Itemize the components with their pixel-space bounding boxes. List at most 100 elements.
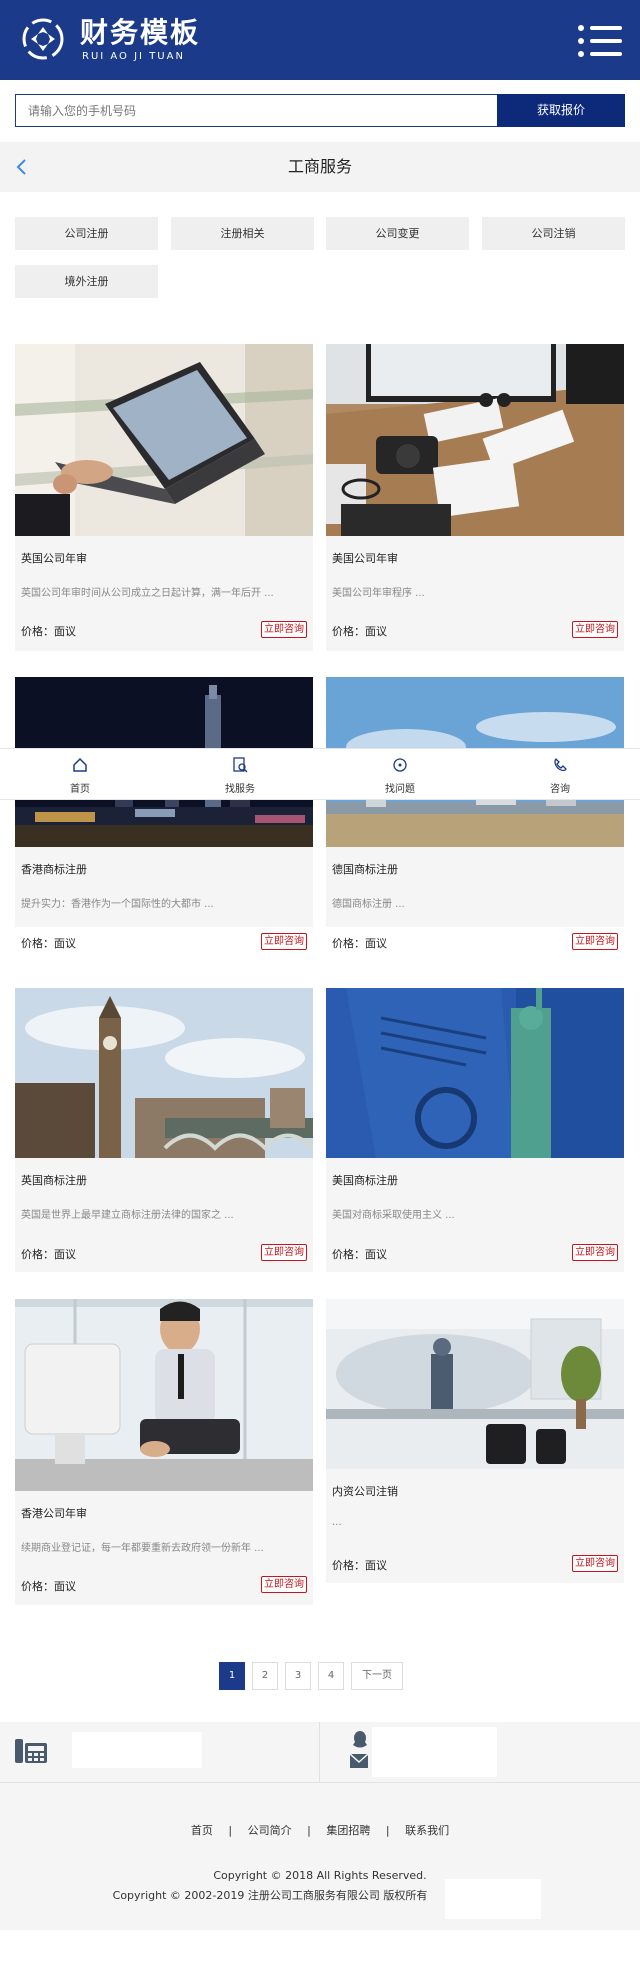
logo-subtitle: RUI AO JI TUAN xyxy=(82,51,185,62)
contact-divider xyxy=(319,1722,320,1782)
get-quote-button[interactable]: 获取报价 xyxy=(497,94,625,127)
page-button-2[interactable]: 2 xyxy=(252,1662,278,1690)
qq-icon xyxy=(353,1731,367,1748)
nav-item-consult[interactable]: 咨询 xyxy=(520,749,600,801)
menu-button[interactable] xyxy=(578,24,622,58)
product-title: 美国公司年审 xyxy=(332,552,398,565)
mail-icon xyxy=(350,1754,368,1768)
product-title: 英国公司年审 xyxy=(21,552,87,565)
nav-label: 找服务 xyxy=(225,784,255,795)
product-desc: 德国商标注册 ... xyxy=(332,899,405,910)
consult-button[interactable]: 立即咨询 xyxy=(261,1244,307,1261)
product-image xyxy=(15,988,313,1158)
product-image xyxy=(326,988,624,1158)
product-card[interactable]: 香港公司年审 续期商业登记证，每一年都要重新去政府领一份新年 ... 价格：面议… xyxy=(15,1299,313,1605)
page-button-3[interactable]: 3 xyxy=(285,1662,311,1690)
footer-link-home[interactable]: 首页 xyxy=(191,1822,213,1838)
product-price: 价格：面议 xyxy=(21,1248,76,1261)
nav-item-find-service[interactable]: 找服务 xyxy=(200,749,280,801)
menu-line xyxy=(590,39,622,43)
footer-link-careers[interactable]: 集团招聘 xyxy=(326,1822,370,1838)
consult-button[interactable]: 立即咨询 xyxy=(572,933,618,950)
consult-button[interactable]: 立即咨询 xyxy=(261,933,307,950)
product-desc: 美国对商标采取使用主义 ... xyxy=(332,1210,455,1221)
product-desc: 英国是世界上最早建立商标注册法律的国家之 ... xyxy=(21,1210,234,1221)
category-tab[interactable]: 公司注册 xyxy=(15,217,158,250)
product-card[interactable]: 美国商标注册 美国对商标采取使用主义 ... 价格：面议 立即咨询 xyxy=(326,988,624,1272)
product-desc: 续期商业登记证，每一年都要重新去政府领一份新年 ... xyxy=(21,1543,264,1554)
consult-button[interactable]: 立即咨询 xyxy=(572,621,618,638)
product-title: 英国商标注册 xyxy=(21,1174,87,1187)
product-title: 香港公司年审 xyxy=(21,1507,87,1520)
footer-separator: | xyxy=(385,1824,390,1837)
nav-label: 咨询 xyxy=(550,784,570,795)
product-card[interactable]: 美国公司年审 美国公司年审程序 ... 价格：面议 立即咨询 xyxy=(326,344,624,651)
product-image xyxy=(15,1299,313,1491)
footer-link-about[interactable]: 公司简介 xyxy=(248,1822,292,1838)
product-price: 价格：面议 xyxy=(21,625,76,638)
product-title: 美国商标注册 xyxy=(332,1174,398,1187)
product-price: 价格：面议 xyxy=(332,1559,387,1572)
footer-separator: | xyxy=(228,1824,233,1837)
product-desc: 美国公司年审程序 ... xyxy=(332,588,425,599)
product-title: 香港商标注册 xyxy=(21,863,87,876)
search-document-icon xyxy=(233,757,248,773)
page-button-1[interactable]: 1 xyxy=(219,1662,245,1690)
product-title: 德国商标注册 xyxy=(332,863,398,876)
footer-link-contact[interactable]: 联系我们 xyxy=(405,1822,449,1838)
product-price: 价格：面议 xyxy=(21,937,76,950)
copyright-line-1: Copyright © 2018 All Rights Reserved. xyxy=(213,1869,427,1882)
title-bar: 工商服务 xyxy=(0,142,640,192)
back-arrow-icon[interactable] xyxy=(14,157,30,177)
phone-number-box xyxy=(72,1732,202,1768)
nav-item-find-question[interactable]: 找问题 xyxy=(360,749,440,801)
product-image xyxy=(326,1299,624,1469)
menu-dot xyxy=(578,51,584,57)
product-card[interactable]: 英国公司年审 英国公司年审时间从公司成立之日起计算，满一年后开 ... 价格：面… xyxy=(15,344,313,651)
category-tab[interactable]: 公司注销 xyxy=(482,217,625,250)
page-button-4[interactable]: 4 xyxy=(318,1662,344,1690)
product-card[interactable]: 香港商标注册 提升实力：香港作为一个国际性的大都市 ... 价格：面议 立即咨询 xyxy=(15,677,313,950)
category-tab[interactable]: 公司变更 xyxy=(326,217,469,250)
category-tab[interactable]: 境外注册 xyxy=(15,265,158,298)
logo-title: 财务模板 xyxy=(80,16,201,49)
menu-line xyxy=(590,52,622,56)
consult-button[interactable]: 立即咨询 xyxy=(261,1576,307,1593)
footer: 首页 | 公司简介 | 集团招聘 | 联系我们 Copyright © 2018… xyxy=(0,1722,640,1930)
phone-input[interactable] xyxy=(16,95,498,126)
consult-button[interactable]: 立即咨询 xyxy=(572,1555,618,1572)
product-price: 价格：面议 xyxy=(332,1248,387,1261)
product-desc: 英国公司年审时间从公司成立之日起计算，满一年后开 ... xyxy=(21,588,274,599)
menu-dot xyxy=(578,25,584,31)
footer-links: 首页 | 公司简介 | 集团招聘 | 联系我们 xyxy=(0,1822,640,1838)
product-title: 内资公司注销 xyxy=(332,1485,398,1498)
product-card[interactable]: 内资公司注销 ... 价格：面议 立即咨询 xyxy=(326,1299,624,1583)
nav-item-home[interactable]: 首页 xyxy=(40,749,120,801)
phone-quote-form: 获取报价 xyxy=(15,94,625,127)
contact-separator xyxy=(0,1782,640,1783)
product-image xyxy=(15,344,313,536)
product-desc: ... xyxy=(332,1517,342,1528)
consult-button[interactable]: 立即咨询 xyxy=(572,1244,618,1261)
product-card[interactable]: 德国商标注册 德国商标注册 ... 价格：面议 立即咨询 xyxy=(326,677,624,950)
consult-button[interactable]: 立即咨询 xyxy=(261,621,307,638)
category-tab[interactable]: 注册相关 xyxy=(171,217,314,250)
product-image xyxy=(326,344,624,536)
menu-dot xyxy=(578,38,584,44)
contact-info-box xyxy=(372,1727,497,1777)
product-desc: 提升实力：香港作为一个国际性的大都市 ... xyxy=(21,899,214,910)
product-price: 价格：面议 xyxy=(332,937,387,950)
page-title: 工商服务 xyxy=(287,157,352,176)
logo-icon xyxy=(22,18,64,60)
footer-separator: | xyxy=(307,1824,311,1837)
target-icon xyxy=(393,758,407,772)
top-header: 财务模板 RUI AO JI TUAN xyxy=(0,0,640,80)
nav-label: 首页 xyxy=(70,784,90,795)
menu-line xyxy=(590,26,622,30)
product-card[interactable]: 英国商标注册 英国是世界上最早建立商标注册法律的国家之 ... 价格：面议 立即… xyxy=(15,988,313,1272)
next-page-button[interactable]: 下一页 xyxy=(351,1662,403,1690)
phone-icon xyxy=(554,758,567,772)
copyright-line-2: Copyright © 2002-2019 注册公司工商服务有限公司 版权所有 xyxy=(112,1889,428,1902)
home-icon xyxy=(73,757,87,772)
product-price: 价格：面议 xyxy=(21,1580,76,1593)
